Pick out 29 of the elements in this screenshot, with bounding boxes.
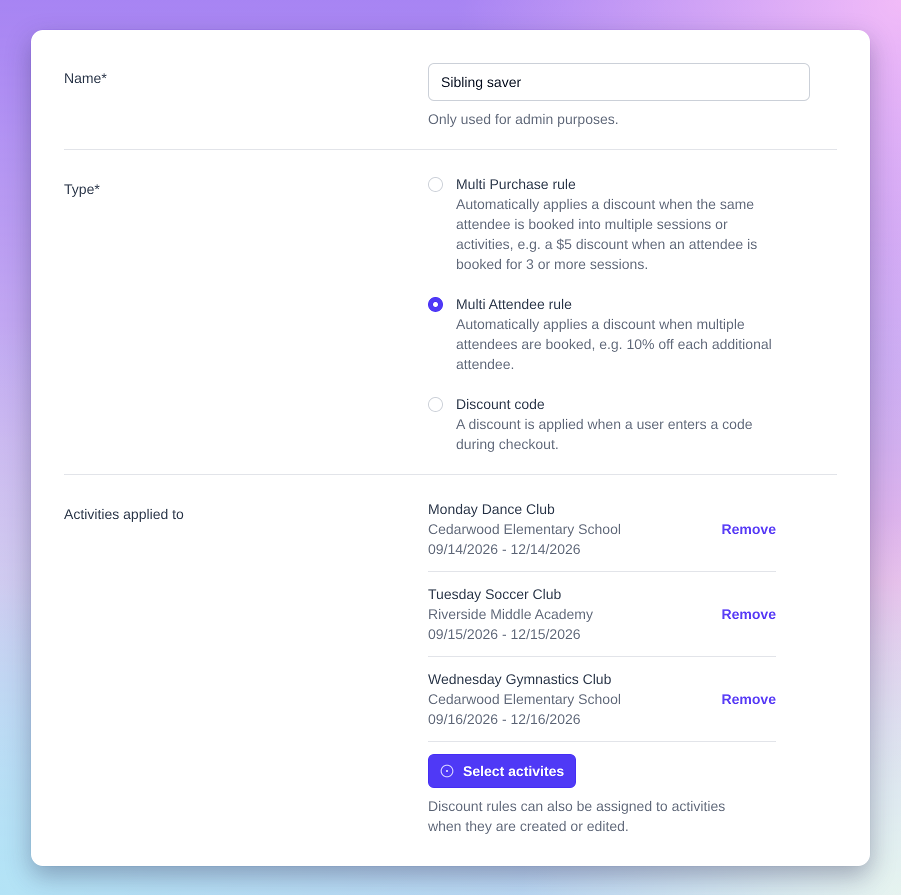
option-title: Discount code [456, 395, 546, 414]
remove-link[interactable]: Remove [722, 604, 776, 624]
field-label: Name* [64, 70, 107, 86]
activity-school: Cedarwood Elementary School [428, 690, 621, 709]
circle-dot-icon [440, 764, 454, 778]
help-text: Only used for admin purposes. [428, 110, 620, 129]
activity-name: Tuesday Soccer Club [428, 585, 562, 604]
activity-dates: 09/14/2026 - 12/14/2026 [428, 540, 582, 559]
field-label: Activities applied to [64, 506, 184, 522]
radio-button[interactable] [428, 177, 443, 192]
activity-name: Monday Dance Club [428, 500, 556, 519]
option-description: A discount is applied when a user enters a code during checkout. [456, 415, 754, 454]
remove-link[interactable]: Remove [722, 519, 776, 539]
radio-button[interactable] [428, 297, 443, 312]
activity-name: Wednesday Gymnastics Club [428, 670, 612, 689]
radio-button[interactable] [428, 397, 443, 412]
activity-school: Cedarwood Elementary School [428, 520, 621, 539]
option-title: Multi Purchase rule [456, 175, 577, 194]
remove-link[interactable]: Remove [722, 689, 776, 709]
option-description: Automatically applies a discount when multiple attendees are booked, e.g. 10% off each additional attendee. [456, 315, 773, 374]
select-activities-button[interactable]: Select activites [428, 754, 576, 788]
activity-dates: 09/16/2026 - 12/16/2026 [428, 710, 582, 729]
option-title: Multi Attendee rule [456, 295, 573, 314]
activity-dates: 09/15/2026 - 12/15/2026 [428, 625, 582, 644]
activity-school: Riverside Middle Academy [428, 605, 593, 624]
help-text: Discount rules can also be assigned to activities when they are created or edited. [428, 797, 726, 836]
field-label: Type* [64, 181, 100, 197]
name-input[interactable]: Sibling saver [428, 63, 810, 101]
option-description: Automatically applies a discount when the same attendee is booked into multiple sessions or activities, e.g. a $5 discount when an attendee is booked for 3 or more sessions. [456, 195, 758, 274]
